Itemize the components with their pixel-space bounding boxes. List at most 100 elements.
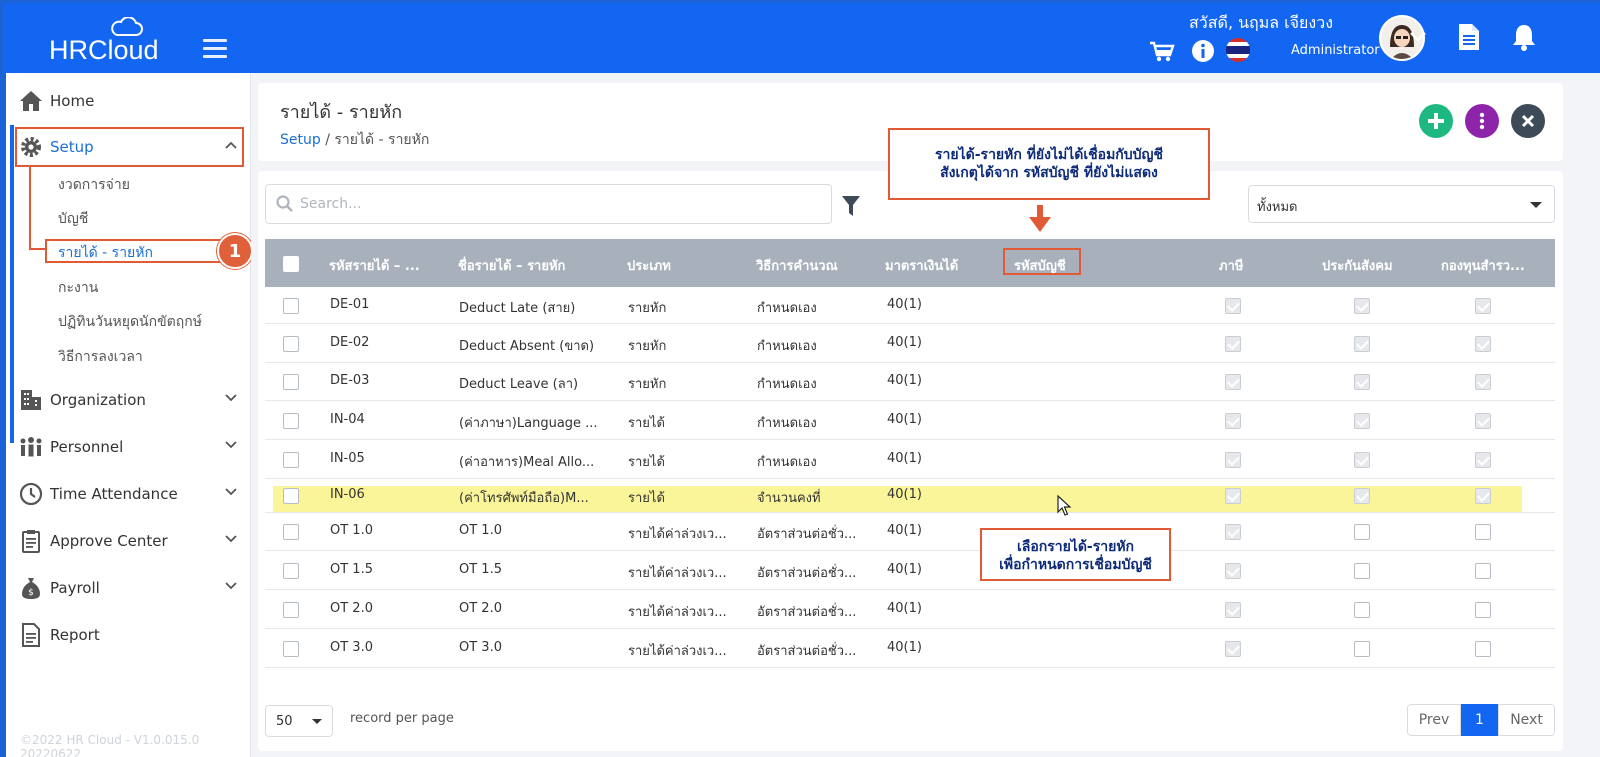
column-header-name[interactable]: ชื่อรายได้ – รายหัก (458, 255, 565, 276)
breadcrumb-current: รายได้ - รายหัก (334, 132, 430, 148)
select-all-checkbox[interactable] (283, 256, 299, 272)
thai-flag-icon[interactable] (1225, 37, 1251, 63)
document-icon[interactable] (1457, 23, 1481, 51)
building-icon (21, 390, 41, 410)
per-page-value: 50 (276, 714, 293, 729)
cell-type: รายได้ (628, 415, 665, 431)
column-header-social-security[interactable]: ประกันสังคม (1322, 255, 1393, 276)
cell-name: Deduct Absent (ขาด) (459, 338, 595, 354)
social-security-checkbox (1354, 374, 1370, 390)
step-badge: 1 (217, 233, 253, 269)
filter-icon[interactable] (841, 195, 861, 217)
sidebar-item-organization[interactable]: Organization (6, 380, 251, 420)
chevron-down-icon (225, 441, 237, 449)
cell-code: OT 3.0 (330, 639, 373, 655)
breadcrumb-setup-link[interactable]: Setup (280, 132, 321, 148)
sidebar-sub-time-record-method[interactable]: วิธีการลงเวลา (58, 346, 143, 368)
prev-page-button[interactable]: Prev (1407, 704, 1461, 736)
tax-checkbox (1225, 451, 1241, 468)
row-select-checkbox[interactable] (283, 412, 299, 429)
row-select-checkbox[interactable] (283, 601, 299, 618)
cell-name: Deduct Late (สาย) (459, 300, 576, 316)
mouse-cursor-icon (1057, 495, 1071, 516)
search-box[interactable] (265, 184, 832, 224)
cell-type: รายได้ (628, 454, 665, 470)
sidebar-item-label: Time Attendance (50, 485, 178, 503)
info-icon[interactable] (1191, 39, 1215, 63)
sidebar-item-personnel[interactable]: Personnel (6, 427, 251, 467)
cell-code: IN-05 (330, 450, 365, 466)
row-select-checkbox[interactable] (283, 640, 299, 657)
social-security-checkbox (1354, 601, 1370, 618)
sidebar-item-label: Organization (50, 391, 146, 409)
cell-code: OT 1.0 (330, 523, 373, 538)
cell-name: (ค่าภาษา)Language ... (459, 415, 598, 431)
row-select-checkbox[interactable] (283, 488, 299, 504)
app-logo[interactable]: HRCloud (49, 17, 169, 67)
setup-annotation-box (15, 127, 244, 167)
column-header-type[interactable]: ประเภท (627, 255, 671, 276)
per-page-select[interactable]: 50 (265, 705, 333, 737)
add-button[interactable] (1419, 104, 1453, 138)
sidebar-sub-shift[interactable]: กะงาน (58, 277, 98, 299)
row-select-checkbox[interactable] (283, 335, 299, 352)
cell-type: รายได้ค่าล่วงเว... (628, 643, 727, 659)
cell-calc-method: อัตราส่วนต่อชั่ว... (757, 643, 857, 659)
sidebar-item-time-attendance[interactable]: Time Attendance (6, 474, 251, 514)
cell-calc-method: อัตราส่วนต่อชั่ว... (757, 565, 857, 581)
cell-code: OT 2.0 (330, 600, 373, 616)
type-filter-select[interactable]: ทั้งหมด (1248, 185, 1555, 223)
sidebar-item-payroll[interactable]: $ Payroll (6, 568, 251, 608)
cell-income-section: 40(1) (887, 600, 922, 616)
row-select-checkbox[interactable] (283, 562, 299, 579)
column-header-calc-method[interactable]: วิธีการคำนวณ (756, 255, 838, 276)
provident-fund-checkbox (1475, 335, 1491, 352)
row-select-checkbox[interactable] (283, 297, 299, 314)
cell-income-section: 40(1) (887, 639, 922, 655)
cell-calc-method: กำหนดเอง (757, 300, 817, 316)
row-select-checkbox[interactable] (283, 451, 299, 468)
cart-icon[interactable] (1149, 41, 1175, 63)
cell-income-section: 40(1) (887, 561, 922, 577)
more-options-button[interactable] (1465, 104, 1499, 138)
cell-calc-method: อัตราส่วนต่อชั่ว... (757, 527, 857, 542)
column-header-code[interactable]: รหัสรายได้ – ... (329, 255, 420, 276)
sidebar-item-label: Approve Center (50, 532, 168, 550)
provident-fund-checkbox (1475, 640, 1491, 657)
cell-name: OT 3.0 (459, 639, 502, 655)
cell-code: IN-06 (330, 487, 365, 502)
sidebar-item-label: Report (50, 626, 100, 644)
provident-fund-checkbox (1475, 297, 1491, 314)
row-select-checkbox[interactable] (283, 524, 299, 540)
income-deduct-annotation-box (45, 239, 233, 263)
sidebar-item-report[interactable]: Report (6, 615, 251, 655)
sidebar-sub-pay-period[interactable]: งวดการจ่าย (58, 174, 130, 196)
cell-income-section: 40(1) (887, 523, 922, 538)
next-page-button[interactable]: Next (1498, 704, 1555, 736)
more-vertical-icon (1479, 112, 1485, 130)
bell-icon[interactable] (1511, 23, 1537, 51)
sidebar-item-approve-center[interactable]: Approve Center (6, 521, 251, 561)
chevron-down-icon (225, 488, 237, 496)
close-button[interactable] (1511, 104, 1545, 138)
sidebar-item-home[interactable]: Home (6, 81, 251, 121)
row-select-checkbox[interactable] (283, 374, 299, 390)
column-header-provident-fund[interactable]: กองทุนสำรว... (1441, 255, 1525, 276)
column-header-tax[interactable]: ภาษี (1219, 255, 1243, 276)
menu-toggle-button[interactable] (203, 39, 227, 59)
social-security-checkbox (1354, 412, 1370, 429)
column-header-income-section[interactable]: มาตราเงินได้ (885, 255, 958, 276)
arrow-down-icon (1029, 205, 1051, 232)
cell-calc-method: กำหนดเอง (757, 338, 817, 354)
cell-income-section: 40(1) (887, 411, 922, 427)
cell-name: OT 1.0 (459, 523, 502, 538)
page-1-button[interactable]: 1 (1461, 704, 1498, 736)
cell-calc-method: กำหนดเอง (757, 415, 817, 431)
search-input[interactable] (300, 193, 820, 215)
sidebar-item-label: Personnel (50, 438, 124, 456)
sidebar-sub-holiday-calendar[interactable]: ปฏิทินวันหยุดนักขัตฤกษ์ (58, 311, 202, 333)
cell-income-section: 40(1) (887, 334, 922, 350)
sidebar-sub-account[interactable]: บัญชี (58, 208, 88, 230)
chevron-down-icon[interactable] (1409, 31, 1427, 43)
breadcrumb-separator: / (325, 132, 330, 148)
